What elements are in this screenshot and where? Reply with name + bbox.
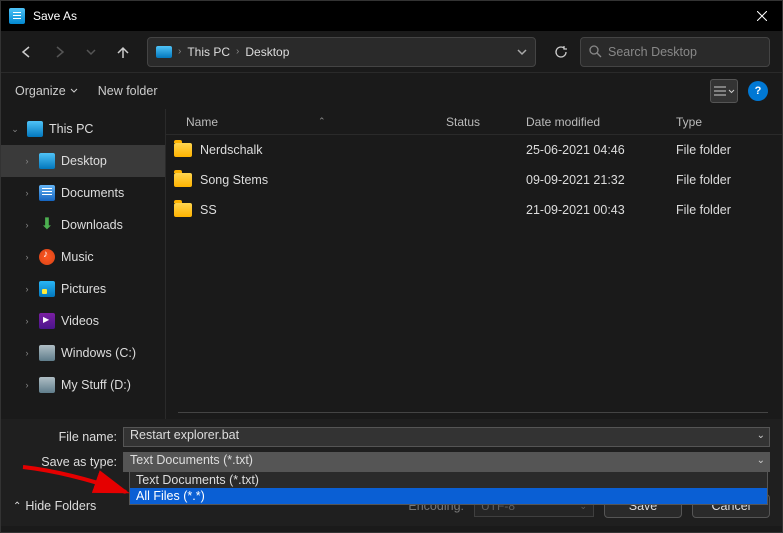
up-button[interactable] bbox=[109, 38, 137, 66]
sidebar-item-desktop[interactable]: ›Desktop bbox=[1, 145, 165, 177]
file-row[interactable]: Nerdschalk 25-06-2021 04:46 File folder bbox=[166, 135, 782, 165]
drive-icon bbox=[39, 345, 55, 361]
chevron-right-icon: › bbox=[21, 220, 33, 230]
sidebar-item-pictures[interactable]: ›Pictures bbox=[1, 273, 165, 305]
sidebar-item-documents[interactable]: ›Documents bbox=[1, 177, 165, 209]
file-list: Name ⌃ Status Date modified Type Nerdscha… bbox=[166, 109, 782, 419]
sort-indicator-icon: ⌃ bbox=[318, 116, 326, 127]
sidebar-item-videos[interactable]: ›Videos bbox=[1, 305, 165, 337]
file-row[interactable]: SS 21-09-2021 00:43 File folder bbox=[166, 195, 782, 225]
desktop-icon bbox=[39, 153, 55, 169]
folder-icon bbox=[174, 203, 192, 217]
column-status[interactable]: Status bbox=[446, 115, 526, 129]
filetype-select[interactable]: Text Documents (*.txt)⌄ bbox=[123, 452, 770, 472]
close-icon bbox=[757, 11, 767, 21]
arrow-left-icon bbox=[20, 45, 34, 59]
chevron-right-icon: › bbox=[21, 156, 33, 166]
filetype-dropdown: Text Documents (*.txt) All Files (*.*) bbox=[129, 471, 768, 505]
videos-icon bbox=[39, 313, 55, 329]
organize-button[interactable]: Organize bbox=[15, 84, 78, 98]
column-date[interactable]: Date modified bbox=[526, 115, 676, 129]
save-as-dialog: Save As › This PC › Desktop Search Deskt… bbox=[0, 0, 783, 533]
chevron-right-icon: › bbox=[21, 284, 33, 294]
list-icon bbox=[714, 86, 726, 96]
back-button[interactable] bbox=[13, 38, 41, 66]
drive-icon bbox=[39, 377, 55, 393]
chevron-down-icon bbox=[70, 88, 78, 94]
search-icon bbox=[589, 45, 602, 58]
sidebar-item-downloads[interactable]: ›⬇Downloads bbox=[1, 209, 165, 241]
help-button[interactable]: ? bbox=[748, 81, 768, 101]
view-button[interactable] bbox=[710, 79, 738, 103]
pc-icon bbox=[27, 121, 43, 137]
sidebar-this-pc[interactable]: ⌄This PC bbox=[1, 113, 165, 145]
chevron-down-icon[interactable] bbox=[517, 48, 527, 56]
chevron-down-icon bbox=[728, 89, 735, 94]
chevron-right-icon: › bbox=[21, 380, 33, 390]
arrow-right-icon bbox=[52, 45, 66, 59]
sidebar-item-drive-c[interactable]: ›Windows (C:) bbox=[1, 337, 165, 369]
chevron-down-icon: ⌄ bbox=[9, 124, 21, 135]
navbar: › This PC › Desktop Search Desktop bbox=[1, 31, 782, 73]
chevron-right-icon: › bbox=[236, 46, 239, 57]
downloads-icon: ⬇ bbox=[39, 217, 55, 233]
sidebar: ⌄This PC ›Desktop ›Documents ›⬇Downloads… bbox=[1, 109, 166, 419]
filetype-option-txt[interactable]: Text Documents (*.txt) bbox=[130, 472, 767, 488]
help-icon: ? bbox=[755, 85, 762, 97]
breadcrumb[interactable]: › This PC › Desktop bbox=[147, 37, 536, 67]
sidebar-item-music[interactable]: ›Music bbox=[1, 241, 165, 273]
chevron-right-icon: › bbox=[21, 188, 33, 198]
window-title: Save As bbox=[33, 9, 742, 23]
save-form: File name: Restart explorer.bat⌄ Save as… bbox=[1, 419, 782, 526]
app-icon bbox=[9, 8, 25, 24]
chevron-right-icon: › bbox=[21, 252, 33, 262]
chevron-right-icon: › bbox=[21, 316, 33, 326]
pc-icon bbox=[156, 46, 172, 58]
search-placeholder: Search Desktop bbox=[608, 45, 697, 59]
titlebar: Save As bbox=[1, 1, 782, 31]
column-type[interactable]: Type bbox=[676, 115, 782, 129]
breadcrumb-folder[interactable]: Desktop bbox=[245, 45, 289, 59]
chevron-down-icon bbox=[86, 48, 96, 56]
new-folder-button[interactable]: New folder bbox=[98, 84, 158, 98]
forward-button[interactable] bbox=[45, 38, 73, 66]
arrow-up-icon bbox=[116, 45, 130, 59]
sidebar-item-drive-d[interactable]: ›My Stuff (D:) bbox=[1, 369, 165, 401]
chevron-down-icon[interactable]: ⌄ bbox=[757, 430, 765, 441]
refresh-button[interactable] bbox=[546, 37, 576, 67]
recent-dropdown[interactable] bbox=[77, 38, 105, 66]
pictures-icon bbox=[39, 281, 55, 297]
breadcrumb-root[interactable]: This PC bbox=[187, 45, 230, 59]
folder-icon bbox=[174, 143, 192, 157]
refresh-icon bbox=[554, 45, 568, 59]
filetype-option-all[interactable]: All Files (*.*) bbox=[130, 488, 767, 504]
hide-folders-button[interactable]: ⌃Hide Folders bbox=[13, 499, 96, 513]
filename-input[interactable]: Restart explorer.bat⌄ bbox=[123, 427, 770, 447]
music-icon bbox=[39, 249, 55, 265]
chevron-down-icon[interactable]: ⌄ bbox=[757, 455, 765, 466]
column-headers: Name ⌃ Status Date modified Type bbox=[166, 109, 782, 135]
chevron-up-icon: ⌃ bbox=[13, 501, 21, 512]
folder-icon bbox=[174, 173, 192, 187]
toolbar: Organize New folder ? bbox=[1, 73, 782, 109]
file-row[interactable]: Song Stems 09-09-2021 21:32 File folder bbox=[166, 165, 782, 195]
divider bbox=[178, 412, 768, 413]
documents-icon bbox=[39, 185, 55, 201]
chevron-right-icon: › bbox=[21, 348, 33, 358]
column-name[interactable]: Name bbox=[186, 115, 218, 129]
chevron-right-icon: › bbox=[178, 46, 181, 57]
filename-label: File name: bbox=[13, 430, 123, 444]
close-button[interactable] bbox=[742, 1, 782, 31]
filetype-label: Save as type: bbox=[13, 455, 123, 469]
search-input[interactable]: Search Desktop bbox=[580, 37, 770, 67]
